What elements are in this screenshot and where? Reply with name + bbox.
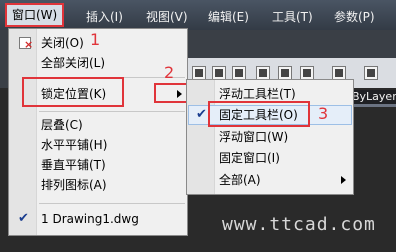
toolbar-icon[interactable] (192, 66, 206, 80)
menu-item-label: 浮动窗口(W) (219, 130, 289, 144)
lock-position-submenu: 浮动工具栏(T) ✔ 固定工具栏(O) 浮动窗口(W) 固定窗口(I) 全部(A… (186, 79, 354, 195)
menu-item-label: 层叠(C) (41, 118, 83, 132)
highlight-box-arrow (154, 83, 190, 103)
toolbar-icon[interactable] (278, 66, 292, 80)
submenu-item-docked-windows[interactable]: 固定窗口(I) (187, 148, 353, 168)
menu-item-label: 垂直平铺(T) (41, 158, 106, 172)
menu-view[interactable]: 视图(V) (146, 8, 188, 25)
annotation-number-2: 2 (164, 63, 175, 82)
menu-item-label: 全部(A) (219, 173, 261, 187)
submenu-item-all[interactable]: 全部(A) (187, 170, 353, 190)
menu-insert[interactable]: 插入(I) (86, 8, 123, 25)
highlight-box-docked-toolbars (208, 101, 310, 127)
menu-parametric[interactable]: 参数(P) (334, 8, 375, 25)
menu-item-tile-horizontal[interactable]: 水平平铺(H) (9, 135, 187, 155)
menu-item-arrange-icons[interactable]: 排列图标(A) (9, 175, 187, 195)
menu-item-close-all[interactable]: 全部关闭(L) (9, 53, 187, 73)
menu-item-label: 关闭(O) (41, 36, 84, 50)
submenu-item-floating-windows[interactable]: 浮动窗口(W) (187, 127, 353, 147)
menu-tools[interactable]: 工具(T) (272, 8, 313, 25)
menu-item-tile-vertical[interactable]: 垂直平铺(T) (9, 155, 187, 175)
toolbar-icon[interactable] (256, 66, 270, 80)
menu-separator (39, 111, 185, 112)
help-icon[interactable] (332, 66, 346, 80)
toolbar-icon[interactable] (212, 66, 226, 80)
layer-icon[interactable] (364, 66, 378, 80)
watermark: www.ttcad.com (222, 214, 376, 235)
menu-edit[interactable]: 编辑(E) (208, 8, 249, 25)
window-menu-dropdown: 关闭(O) 全部关闭(L) 锁定位置(K) 层叠(C) 水平平铺(H) 垂直平铺… (8, 28, 188, 236)
menu-item-label: 排列图标(A) (41, 178, 107, 192)
menu-item-cascade[interactable]: 层叠(C) (9, 115, 187, 135)
menu-item-label: 1 Drawing1.dwg (41, 212, 139, 226)
checkmark-icon: ✔ (18, 211, 29, 226)
layer-combo[interactable]: ByLayer (350, 90, 396, 104)
highlight-box-lock-position (22, 77, 124, 107)
menu-separator (39, 203, 185, 204)
checkmark-icon: ✔ (196, 107, 207, 122)
toolbar-icon[interactable] (232, 66, 246, 80)
menu-window[interactable]: 窗口(W) (4, 3, 65, 27)
submenu-arrow-icon (341, 176, 346, 184)
menubar: 窗口(W) 插入(I) 视图(V) 编辑(E) 工具(T) 参数(P) (0, 0, 396, 31)
toolbar-icon[interactable] (300, 66, 314, 80)
annotation-number-3: 3 (318, 104, 329, 123)
menu-item-drawing1[interactable]: ✔ 1 Drawing1.dwg (9, 209, 187, 229)
menu-item-label: 全部关闭(L) (41, 56, 106, 70)
close-window-icon (19, 37, 33, 50)
annotation-number-1: 1 (90, 30, 101, 49)
menu-item-label: 水平平铺(H) (41, 138, 108, 152)
menu-item-label: 固定窗口(I) (219, 151, 280, 165)
